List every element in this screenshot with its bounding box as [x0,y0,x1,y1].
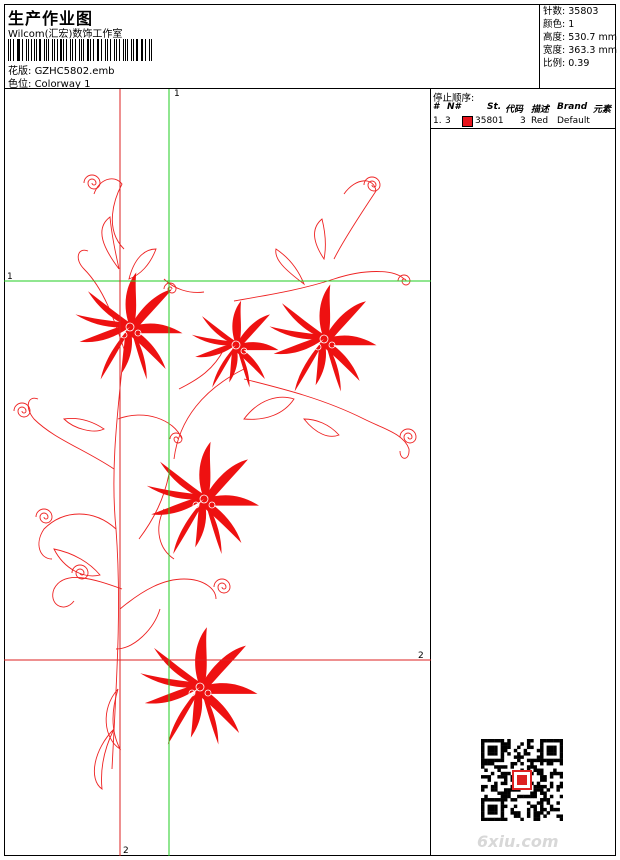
row-needle: 3 [445,116,451,126]
stat-scale: 比例: 0.39 [543,58,590,69]
row-num: 1. [433,116,442,126]
flower-top-left [75,272,183,380]
row-st: 35801 [475,116,504,126]
stat-colors: 颜色: 1 [543,19,575,30]
guide-label-red-v: 2 [123,846,129,856]
filled-flowers [75,272,377,745]
row-code: 3 [520,116,526,126]
stat-height: 高度: 530.7 mm [543,32,617,43]
guide-label-red-h: 2 [418,651,424,661]
flower-bottom [140,627,258,745]
row-brand: Default [557,116,590,126]
col-needle: N# [447,102,461,112]
panel-divider [431,128,616,129]
design-canvas[interactable]: 1 1 2 2 [4,89,431,856]
flower-centers [120,322,336,697]
colorway-line: 色位: Colorway 1 [8,75,90,90]
stats-panel: 针数: 35803 颜色: 1 高度: 530.7 mm 宽度: 363.3 m… [539,4,617,88]
flower-top-center [191,300,279,388]
qr-code [481,739,564,822]
watermark: 6xiu.com [477,832,559,851]
stat-width: 宽度: 363.3 mm [543,45,617,56]
stat-stitches: 针数: 35803 [543,6,599,17]
col-desc: 描述 [531,105,550,115]
col-element: 元素 [593,105,612,115]
col-code: 代码 [505,105,524,115]
color-swatch [462,116,473,127]
guide-label-green-h: 1 [7,272,13,282]
col-num: # [433,102,440,112]
guide-label-green-v: 1 [174,89,180,99]
col-brand: Brand [557,102,588,112]
qr-code-image [481,739,564,822]
flower-top-right [269,284,377,392]
embroidery-preview [4,89,431,856]
header: 生产作业图 Wilcom(汇宏)数饰工作室 花版: GZHC5802.emb 色… [4,4,617,90]
flower-middle [146,441,259,554]
col-st: St. [487,102,502,112]
barcode [8,39,154,61]
stop-sequence-panel: 停止顺序: # N# St. 代码 描述 Brand 元素 1. 3 35801… [431,89,616,856]
company-name: Wilcom(汇宏)数饰工作室 [8,29,123,40]
row-desc: Red [531,116,549,126]
